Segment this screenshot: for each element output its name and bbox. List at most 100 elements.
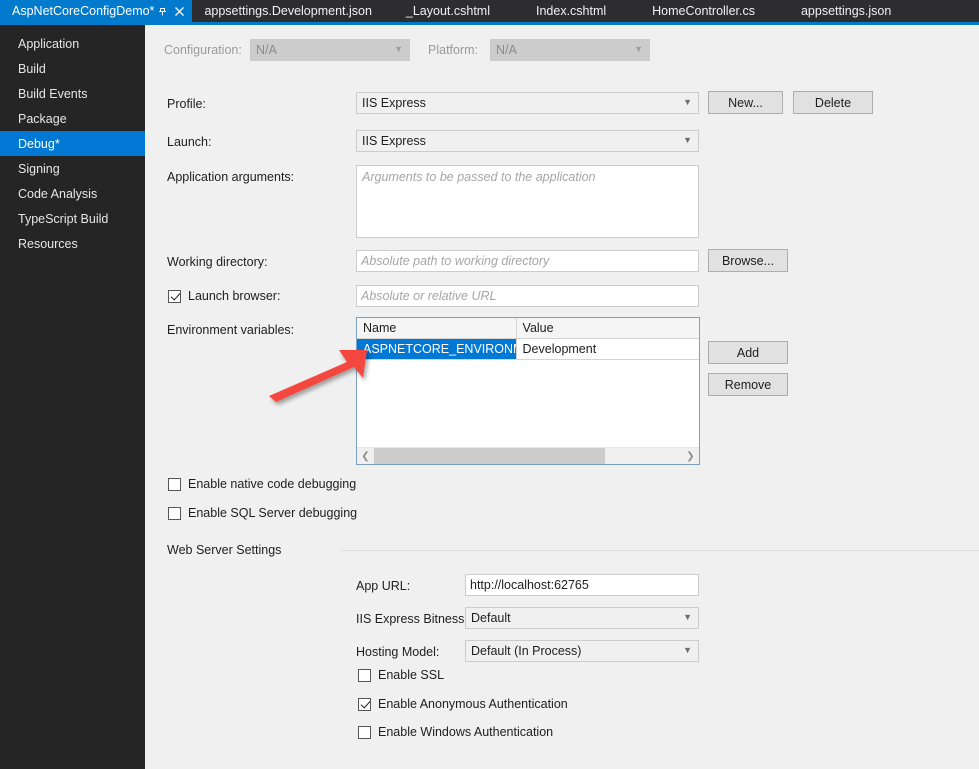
column-header-value[interactable]: Value xyxy=(517,318,699,338)
pin-icon[interactable] xyxy=(154,1,171,21)
configuration-value: N/A xyxy=(256,43,277,57)
tab-label: _Layout.cshtml xyxy=(405,4,490,18)
close-icon[interactable] xyxy=(171,1,188,21)
launch-browser-checkbox[interactable] xyxy=(168,289,181,303)
enable-ssl-row[interactable]: Enable SSL xyxy=(358,668,444,682)
chevron-down-icon: ▼ xyxy=(683,135,692,146)
configuration-label: Configuration: xyxy=(164,43,242,57)
launch-label: Launch: xyxy=(167,135,212,149)
chevron-down-icon: ▼ xyxy=(683,612,692,623)
iis-express-bitness-label: IIS Express Bitness: xyxy=(356,612,468,626)
tab-index-cshtml[interactable]: Index.cshtml xyxy=(502,0,618,22)
app-url-input[interactable] xyxy=(465,574,699,596)
chevron-down-icon: ▼ xyxy=(394,44,403,55)
tab-appsettings-development-json[interactable]: appsettings.Development.json xyxy=(192,0,383,22)
scroll-right-icon[interactable]: ❯ xyxy=(682,448,699,465)
working-directory-label: Working directory: xyxy=(167,255,268,269)
sidebar-item-label: Build Events xyxy=(18,86,88,101)
column-header-name[interactable]: Name xyxy=(357,318,517,338)
platform-value: N/A xyxy=(496,43,517,57)
enable-windows-auth-label: Enable Windows Authentication xyxy=(378,725,554,739)
sidebar-item-debug[interactable]: Debug* xyxy=(0,131,156,156)
sidebar-item-label: Package xyxy=(18,111,67,126)
sidebar-item-label: Code Analysis xyxy=(18,186,98,201)
launch-value: IIS Express xyxy=(362,134,426,148)
launch-select[interactable]: IIS Express ▼ xyxy=(356,130,699,152)
sidebar-item-build-events[interactable]: Build Events xyxy=(0,81,145,106)
enable-ssl-label: Enable SSL xyxy=(378,668,445,682)
launch-browser-checkbox-row[interactable]: Launch browser: xyxy=(168,289,280,303)
environment-variables-grid[interactable]: Name Value ASPNETCORE_ENVIRONMENT Develo… xyxy=(356,317,700,465)
application-arguments-input[interactable] xyxy=(356,165,699,238)
sidebar-item-label: Resources xyxy=(18,236,78,251)
sidebar-item-resources[interactable]: Resources xyxy=(0,231,145,256)
sidebar-item-signing[interactable]: Signing xyxy=(0,156,145,181)
sidebar-item-package[interactable]: Package xyxy=(0,106,145,131)
add-env-var-button[interactable]: Add xyxy=(708,341,788,364)
profile-select[interactable]: IIS Express ▼ xyxy=(356,92,699,114)
environment-variables-label: Environment variables: xyxy=(167,323,295,337)
remove-env-var-button[interactable]: Remove xyxy=(708,373,788,396)
enable-anonymous-auth-label: Enable Anonymous Authentication xyxy=(378,697,568,711)
cell-env-name[interactable]: ASPNETCORE_ENVIRONMENT xyxy=(357,339,517,360)
application-arguments-label: Application arguments: xyxy=(167,170,295,184)
launch-browser-label: Launch browser: xyxy=(188,289,281,303)
enable-ssl-checkbox[interactable] xyxy=(358,668,371,682)
enable-anonymous-auth-row[interactable]: Enable Anonymous Authentication xyxy=(358,697,568,711)
profile-label: Profile: xyxy=(167,97,206,111)
native-code-debugging-row[interactable]: Enable native code debugging xyxy=(168,477,356,491)
table-row[interactable]: ASPNETCORE_ENVIRONMENT Development xyxy=(357,339,699,360)
sidebar-item-typescript-build[interactable]: TypeScript Build xyxy=(0,206,145,231)
tab-label: appsettings.Development.json xyxy=(204,4,372,18)
sidebar-item-label: Signing xyxy=(18,161,60,176)
properties-sidebar: Application Build Build Events Package D… xyxy=(0,25,156,769)
tab-label: appsettings.json xyxy=(800,4,892,18)
hosting-model-select[interactable]: Default (In Process) ▼ xyxy=(465,640,699,662)
sidebar-item-label: Debug* xyxy=(18,136,60,151)
sql-server-debugging-row[interactable]: Enable SQL Server debugging xyxy=(168,506,357,520)
tab-homecontroller-cs[interactable]: HomeController.cs xyxy=(618,0,767,22)
scroll-left-icon[interactable]: ❮ xyxy=(357,448,374,465)
grid-header-row: Name Value xyxy=(357,318,699,339)
chevron-down-icon: ▼ xyxy=(683,97,692,108)
sidebar-item-label: Application xyxy=(18,36,80,51)
chevron-down-icon: ▼ xyxy=(634,44,643,55)
native-code-debugging-label: Enable native code debugging xyxy=(188,477,357,491)
tab-label: AspNetCoreConfigDemo* xyxy=(12,4,155,18)
chevron-down-icon: ▼ xyxy=(683,645,692,656)
platform-label: Platform: xyxy=(428,43,479,57)
tab-aspnetcoreconfigdemo[interactable]: AspNetCoreConfigDemo* xyxy=(0,0,193,22)
tab-layout-cshtml[interactable]: _Layout.cshtml xyxy=(384,0,502,22)
tab-appsettings-json[interactable]: appsettings.json xyxy=(767,0,903,22)
sql-server-debugging-label: Enable SQL Server debugging xyxy=(188,506,358,520)
delete-profile-button[interactable]: Delete xyxy=(793,91,873,114)
hosting-model-label: Hosting Model: xyxy=(356,645,440,659)
iis-express-bitness-value: Default xyxy=(471,611,511,625)
cell-env-value[interactable]: Development xyxy=(516,339,699,360)
new-profile-button[interactable]: New... xyxy=(708,91,783,114)
sidebar-item-application[interactable]: Application xyxy=(0,31,145,56)
launch-url-input[interactable] xyxy=(356,285,699,307)
native-code-debugging-checkbox[interactable] xyxy=(168,477,181,491)
scrollbar-thumb[interactable] xyxy=(374,447,605,464)
editor-tab-strip: AspNetCoreConfigDemo* appsettings.Develo… xyxy=(0,0,979,22)
browse-button[interactable]: Browse... xyxy=(708,249,788,272)
sidebar-item-build[interactable]: Build xyxy=(0,56,145,81)
working-directory-input[interactable] xyxy=(356,250,699,272)
iis-express-bitness-select[interactable]: Default ▼ xyxy=(465,607,699,629)
enable-windows-auth-checkbox[interactable] xyxy=(358,725,371,739)
sql-server-debugging-checkbox[interactable] xyxy=(168,506,181,520)
configuration-select[interactable]: N/A ▼ xyxy=(250,39,410,61)
sidebar-item-label: Build xyxy=(18,61,46,76)
section-divider xyxy=(341,550,979,551)
platform-select[interactable]: N/A ▼ xyxy=(490,39,650,61)
grid-horizontal-scrollbar[interactable]: ❮ ❯ xyxy=(357,447,699,464)
enable-anonymous-auth-checkbox[interactable] xyxy=(358,697,371,711)
app-url-label: App URL: xyxy=(356,579,411,593)
sidebar-item-label: TypeScript Build xyxy=(18,211,109,226)
sidebar-item-code-analysis[interactable]: Code Analysis xyxy=(0,181,145,206)
enable-windows-auth-row[interactable]: Enable Windows Authentication xyxy=(358,725,553,739)
scrollbar-track[interactable] xyxy=(374,447,682,464)
hosting-model-value: Default (In Process) xyxy=(471,644,582,658)
debug-properties-pane: Configuration: N/A ▼ Platform: N/A ▼ Pro… xyxy=(145,25,979,769)
